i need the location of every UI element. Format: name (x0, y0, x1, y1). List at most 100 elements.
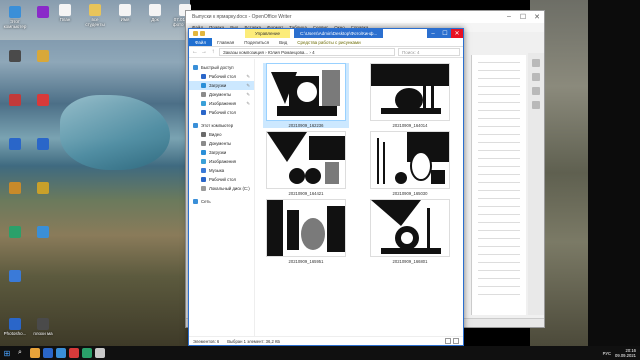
taskbar-app-icon[interactable] (30, 348, 40, 358)
file-thumbnail[interactable]: 20210909_166801 (367, 199, 453, 264)
windows-start-icon[interactable]: ⊞ (0, 346, 14, 360)
writer-document-page[interactable] (471, 55, 526, 315)
desktop-shortcut[interactable]: Этот компьютер (2, 6, 28, 29)
thumbnails-view-icon[interactable] (453, 338, 459, 344)
nav-item[interactable]: Сеть (189, 197, 254, 206)
manage-context-tab[interactable]: Управление (245, 29, 291, 38)
nav-item[interactable]: Загрузки ✎ (189, 81, 254, 90)
explorer-window[interactable]: Управление C:\Users\Admin\Desktop\Фото\К… (188, 28, 464, 346)
ribbon-tabs: Файл Главная Поделиться Вид Средства раб… (189, 38, 463, 47)
file-thumbnail[interactable]: 20210909_164014 (367, 63, 453, 128)
desktop-shortcut[interactable] (2, 270, 28, 283)
details-view-icon[interactable] (445, 338, 451, 344)
language-indicator[interactable]: РУС (603, 351, 611, 356)
shortcut-icon (149, 4, 161, 16)
tab-share[interactable]: Поделиться (239, 38, 274, 46)
shortcut-icon (37, 226, 49, 238)
window-path-title: C:\Users\Admin\Desktop\Фото\Кинф... (294, 29, 384, 38)
taskbar-app-icon[interactable] (95, 348, 105, 358)
nav-item-label: Быстрый доступ (201, 65, 234, 70)
nav-item[interactable]: Загрузки (189, 148, 254, 157)
nav-item[interactable]: Быстрый доступ (189, 63, 254, 72)
close-icon[interactable]: ✕ (530, 13, 544, 21)
nav-item[interactable]: Рабочий стол (189, 108, 254, 117)
tab-view[interactable]: Вид (274, 38, 292, 46)
taskbar: ⊞ ⌕ РУС 20:16 09.09.2021 (0, 346, 640, 360)
explorer-title-bar: Управление C:\Users\Admin\Desktop\Фото\К… (189, 29, 463, 38)
taskbar-app-icon[interactable] (82, 348, 92, 358)
search-icon[interactable]: ⌕ (14, 346, 26, 360)
nav-item-label: Этот компьютер (201, 123, 234, 128)
tab-file[interactable]: Файл (189, 38, 213, 46)
folder-icon (201, 83, 206, 88)
shortcut-icon (119, 4, 131, 16)
nav-item[interactable]: Локальный диск (C:) (189, 184, 254, 193)
desktop-shortcut[interactable]: План (52, 4, 78, 22)
folder-icon[interactable] (193, 31, 198, 36)
styles-icon[interactable] (532, 73, 540, 81)
taskbar-app-icon[interactable] (56, 348, 66, 358)
pin-icon[interactable]: ✎ (246, 74, 250, 80)
taskbar-app-icon[interactable] (43, 348, 53, 358)
nav-item[interactable]: Изображения (189, 157, 254, 166)
minimize-icon[interactable]: – (502, 13, 516, 21)
desktop-shortcut[interactable]: все студенты (82, 4, 108, 27)
pin-icon[interactable]: ✎ (246, 92, 250, 98)
desktop-shortcut[interactable] (2, 182, 28, 195)
desktop-shortcut[interactable] (30, 138, 56, 151)
tab-home[interactable]: Главная (212, 38, 239, 46)
nav-item[interactable]: Рабочий стол ✎ (189, 72, 254, 81)
nav-item[interactable]: Этот компьютер (189, 121, 254, 130)
desktop-shortcut[interactable]: Photosho... (2, 318, 28, 336)
desktop-shortcut[interactable] (30, 50, 56, 63)
pin-icon[interactable]: ✎ (246, 101, 250, 107)
folder-icon (201, 177, 206, 182)
pin-icon[interactable]: ✎ (246, 83, 250, 89)
maximize-icon[interactable]: ☐ (516, 13, 530, 21)
nav-item[interactable]: Документы (189, 139, 254, 148)
writer-title-bar: Выпуски к ярмарку.docx - OpenOffice Writ… (186, 11, 544, 23)
nav-item[interactable]: Видео (189, 130, 254, 139)
up-arrow-icon[interactable]: ↑ (210, 49, 216, 55)
file-name: 20210909_164014 (392, 123, 428, 128)
maximize-icon[interactable]: ☐ (439, 29, 451, 38)
back-arrow-icon[interactable]: ← (192, 49, 198, 55)
save-icon[interactable] (200, 31, 205, 36)
address-bar[interactable]: Заказы композиция › Юлия Романцова... › … (219, 48, 395, 56)
minimize-icon[interactable]: – (427, 29, 439, 38)
nav-item[interactable]: Рабочий стол (189, 175, 254, 184)
file-thumbnail[interactable]: 20210909_162236 (263, 63, 349, 128)
desktop-shortcut[interactable] (2, 94, 28, 107)
desktop-shortcut[interactable] (30, 182, 56, 195)
nav-item[interactable]: Музыка (189, 166, 254, 175)
clock-date: 09.09.2021 (615, 353, 636, 358)
nav-item[interactable]: Документы ✎ (189, 90, 254, 99)
forward-arrow-icon[interactable]: → (201, 49, 207, 55)
desktop-shortcut[interactable]: плохи ма (30, 318, 56, 336)
nav-item-label: Музыка (209, 168, 225, 173)
file-thumbnail[interactable]: 20210909_164421 (263, 131, 349, 196)
desktop-shortcut[interactable] (30, 226, 56, 239)
clock[interactable]: 20:16 09.09.2021 (615, 348, 636, 358)
navigator-icon[interactable] (532, 101, 540, 109)
nav-item[interactable]: Изображения ✎ (189, 99, 254, 108)
properties-icon[interactable] (532, 59, 540, 67)
desktop-shortcut[interactable]: Док (142, 4, 168, 22)
close-icon[interactable]: ✕ (451, 29, 463, 38)
desktop-shortcut[interactable] (30, 94, 56, 107)
gallery-icon[interactable] (532, 87, 540, 95)
tab-picture-tools[interactable]: Средства работы с рисунками (292, 38, 365, 46)
file-thumbnail[interactable]: 20210909_165030 (367, 131, 453, 196)
desktop-shortcut[interactable] (2, 138, 28, 151)
taskbar-app-icon[interactable] (69, 348, 79, 358)
shortcut-icon (37, 94, 49, 106)
file-thumbnail[interactable]: 20210909_165951 (263, 199, 349, 264)
search-input[interactable]: Поиск: 4 (398, 48, 460, 56)
file-name: 20210909_164421 (288, 191, 324, 196)
desktop-shortcut[interactable] (2, 226, 28, 239)
shortcut-icon (9, 94, 21, 106)
shortcut-icon (37, 6, 49, 18)
thumbnail-image (266, 63, 346, 121)
desktop-shortcut[interactable]: Имя (112, 4, 138, 22)
desktop-shortcut[interactable] (2, 50, 28, 63)
